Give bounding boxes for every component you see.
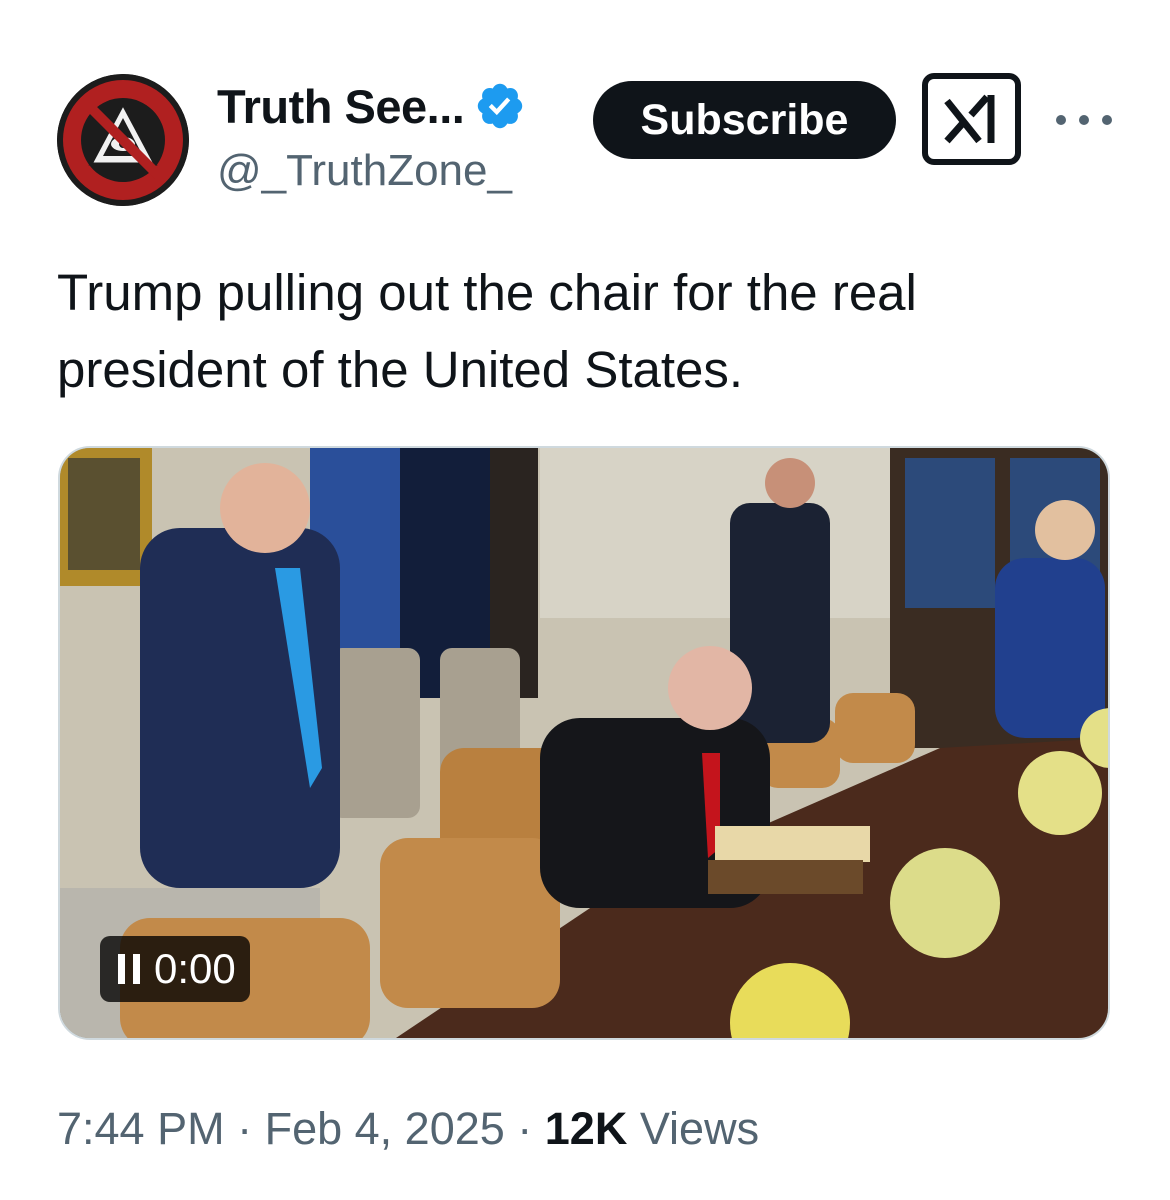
meta-separator: · bbox=[504, 1103, 545, 1154]
grok-icon bbox=[943, 94, 994, 144]
meta-separator: · bbox=[224, 1103, 265, 1154]
views-label: Views bbox=[627, 1103, 760, 1154]
author-name[interactable]: Truth See... bbox=[217, 79, 465, 134]
tweet-date[interactable]: Feb 4, 2025 bbox=[265, 1103, 505, 1154]
more-dot bbox=[1056, 115, 1066, 125]
author-name-row[interactable]: Truth See... bbox=[217, 78, 526, 134]
views-count[interactable]: 12K bbox=[545, 1103, 628, 1154]
grok-button[interactable] bbox=[922, 73, 1021, 165]
more-dot bbox=[1079, 115, 1089, 125]
pause-icon[interactable] bbox=[118, 954, 140, 984]
subscribe-button[interactable]: Subscribe bbox=[593, 81, 896, 159]
video-time: 0:00 bbox=[154, 945, 236, 992]
video-player[interactable]: 0:00 bbox=[58, 446, 1110, 1040]
verified-badge-icon bbox=[474, 80, 526, 132]
avatar[interactable] bbox=[57, 74, 189, 206]
more-options-button[interactable] bbox=[1056, 100, 1112, 140]
tweet-text: Trump pulling out the chair for the real… bbox=[57, 254, 1117, 408]
video-playback-control[interactable]: 0:00 bbox=[100, 936, 250, 1002]
tweet-text-line: Trump pulling out the chair for the real bbox=[57, 264, 917, 321]
author-handle[interactable]: @_TruthZone_ bbox=[217, 146, 512, 196]
truth-zone-logo bbox=[57, 74, 189, 206]
tweet-meta: 7:44 PM · Feb 4, 2025 · 12K Views bbox=[57, 1103, 759, 1155]
tweet-time[interactable]: 7:44 PM bbox=[57, 1103, 225, 1154]
tweet-text-line: president of the United States. bbox=[57, 341, 744, 398]
more-dot bbox=[1102, 115, 1112, 125]
